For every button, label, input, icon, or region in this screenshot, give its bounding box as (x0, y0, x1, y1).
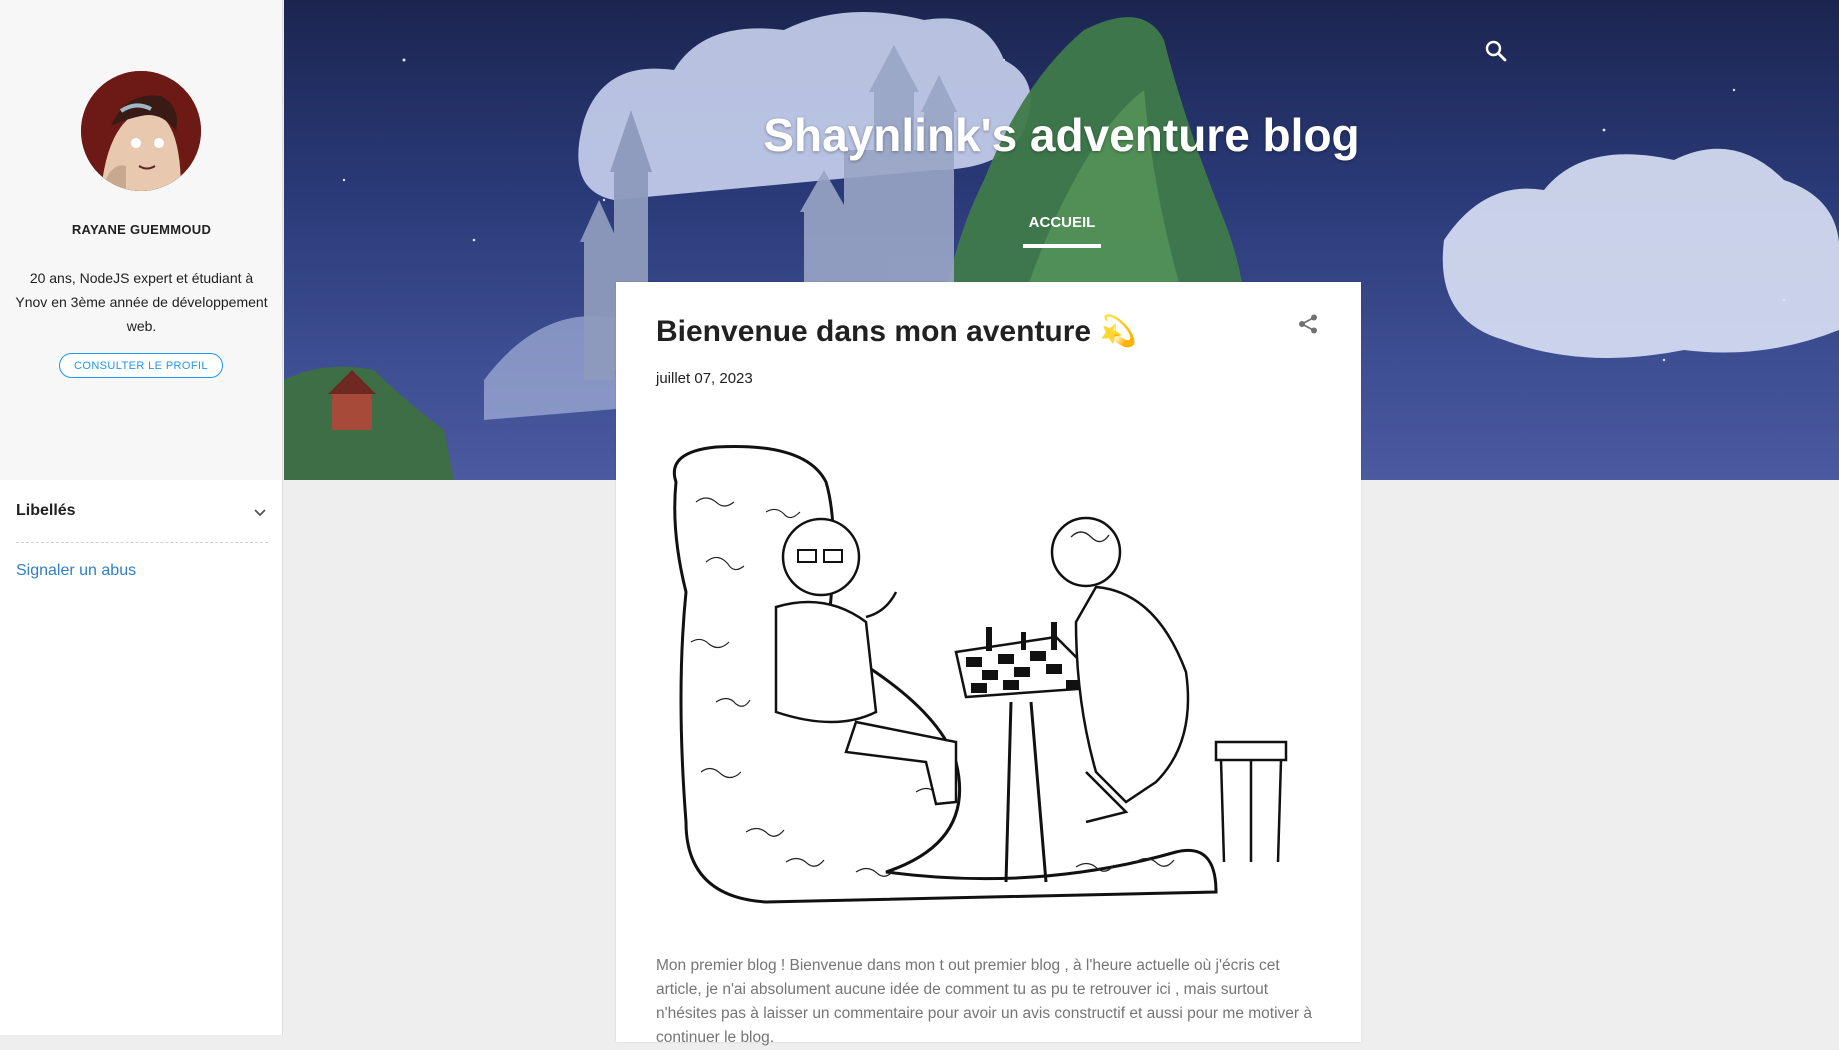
author-bio: 20 ans, NodeJS expert et étudiant à Ynov… (15, 270, 268, 334)
profile-section: RAYANE GUEMMOUD 20 ans, NodeJS expert et… (0, 0, 282, 480)
chevron-down-icon[interactable] (252, 504, 268, 520)
post-body: Mon premier blog ! Bienvenue dans mon t … (656, 957, 1312, 1046)
blog-post: Bienvenue dans mon aventure 💫 juillet 07… (616, 282, 1361, 1046)
labels-widget-header[interactable]: Libellés (16, 500, 268, 543)
active-tab-indicator (1023, 244, 1101, 248)
author-name: RAYANE GUEMMOUD (71, 222, 212, 237)
post-date: juillet 07, 2023 (656, 370, 753, 387)
blog-title[interactable]: Shaynlink's adventure blog (284, 108, 1839, 162)
search-icon[interactable] (1483, 38, 1509, 64)
author-avatar[interactable] (81, 71, 201, 191)
view-profile-button[interactable]: CONSULTER LE PROFIL (59, 353, 223, 378)
post-title[interactable]: Bienvenue dans mon aventure 💫 (656, 314, 1137, 349)
labels-title: Libellés (16, 502, 76, 519)
sidebar: RAYANE GUEMMOUD 20 ans, NodeJS expert et… (0, 0, 283, 1035)
post-image[interactable] (656, 442, 1321, 912)
report-abuse-link[interactable]: Signaler un abus (16, 562, 136, 580)
nav-tab-home[interactable]: ACCUEIL (1023, 214, 1101, 231)
share-icon[interactable] (1297, 313, 1319, 335)
